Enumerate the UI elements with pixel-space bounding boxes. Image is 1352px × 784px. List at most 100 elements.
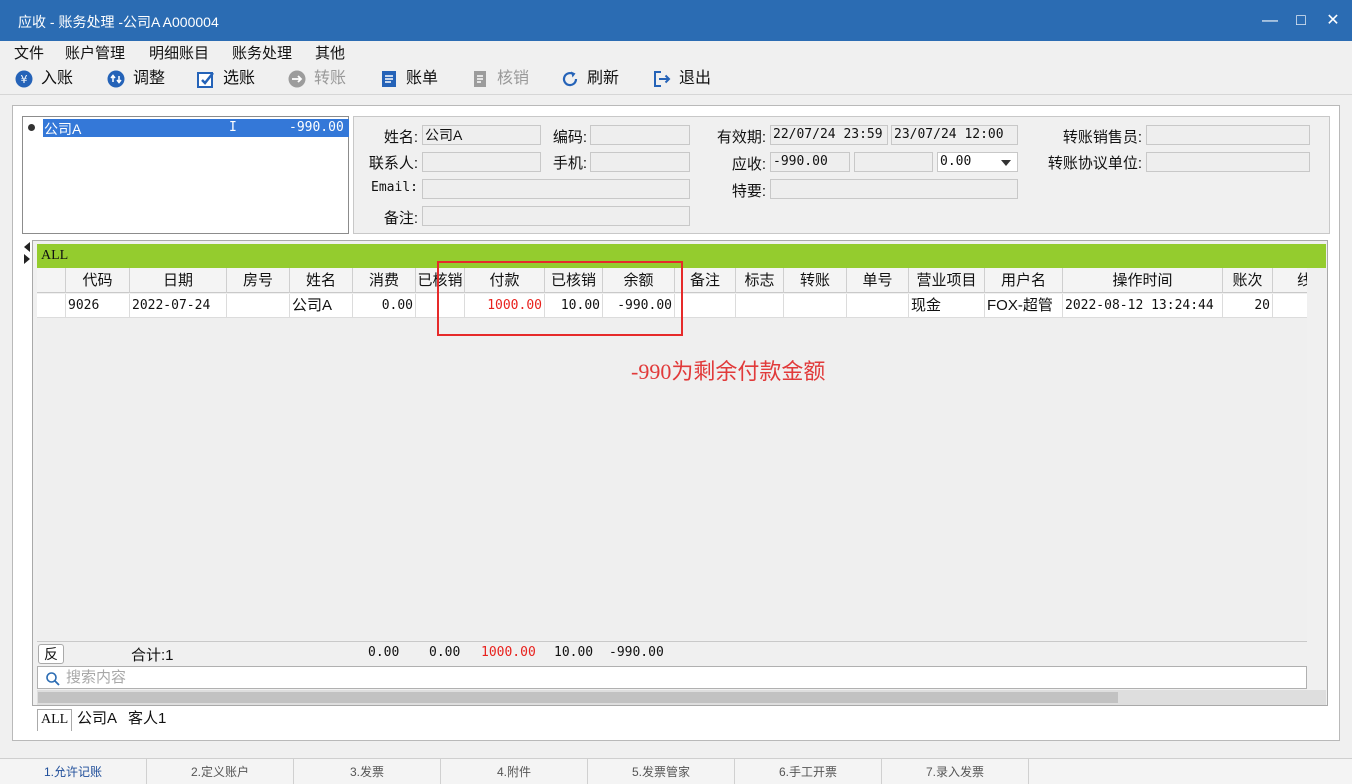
cell-flag	[736, 294, 784, 318]
mobile-field[interactable]	[590, 152, 690, 172]
col-header-code[interactable]: 代码	[66, 268, 130, 293]
row-selector-header	[37, 268, 66, 293]
name-field[interactable]: 公司A	[422, 125, 541, 145]
svg-text:¥: ¥	[21, 73, 28, 86]
col-header-operation-time[interactable]: 操作时间	[1063, 268, 1223, 293]
tab-invoice-manager[interactable]: 5.发票管家	[588, 759, 735, 784]
col-header-serial[interactable]: 账次	[1223, 268, 1273, 293]
cell-room	[227, 294, 290, 318]
menu-other[interactable]: 其他	[315, 42, 345, 63]
group-label: ALL	[41, 248, 69, 263]
account-name: 公司A	[44, 121, 82, 137]
receivable-extra-field[interactable]	[854, 152, 933, 172]
cell-more	[1273, 294, 1307, 318]
cell-username: FOX-超管	[985, 294, 1063, 318]
tab-allow-posting[interactable]: 1.允许记账	[0, 759, 147, 784]
refresh-button[interactable]: 刷新	[561, 67, 631, 91]
row-selector[interactable]	[37, 294, 66, 318]
cell-transfer	[784, 294, 847, 318]
totals-row: 反 合计:1 0.00 0.00 1000.00 10.00 -990.00	[37, 641, 1307, 665]
cell-consumption: 0.00	[353, 294, 416, 318]
col-header-username[interactable]: 用户名	[985, 268, 1063, 293]
subtab-guest-1[interactable]: 客人1	[125, 709, 169, 731]
adjust-button[interactable]: 调整	[107, 67, 177, 91]
account-list-item[interactable]: 公司A I -990.00	[43, 119, 349, 137]
bill-button[interactable]: 账单	[380, 67, 450, 91]
close-icon[interactable]: ✕	[1320, 8, 1346, 34]
note-field[interactable]	[422, 206, 690, 226]
account-balance: -990.00	[289, 120, 344, 135]
total-payment-written-off: 10.00	[554, 645, 594, 660]
write-off-button[interactable]: 核销	[471, 67, 541, 91]
valid-from-field[interactable]: 22/07/24 23:59	[770, 125, 888, 145]
cell-date: 2022-07-24	[130, 294, 227, 318]
receivable-select[interactable]: 0.00	[937, 152, 1018, 172]
tab-enter-invoice[interactable]: 7.录入发票	[882, 759, 1029, 784]
search-input[interactable]	[66, 668, 1296, 687]
tab-invoice[interactable]: 3.发票	[294, 759, 441, 784]
total-balance: -990.00	[609, 645, 664, 660]
collapse-left-icon[interactable]	[24, 242, 30, 252]
reverse-button[interactable]: 反	[38, 644, 64, 664]
post-entry-button[interactable]: ¥ 入账	[15, 67, 85, 91]
tab-attachments[interactable]: 4.附件	[441, 759, 588, 784]
search-icon	[46, 672, 60, 686]
select-account-button[interactable]: 选账	[197, 67, 267, 91]
tab-manual-invoice[interactable]: 6.手工开票	[735, 759, 882, 784]
cell-serial: 20	[1223, 294, 1273, 318]
transfer-button[interactable]: 转账	[288, 67, 358, 91]
col-header-transfer[interactable]: 转账	[784, 268, 847, 293]
exit-icon	[654, 71, 671, 87]
cell-note	[675, 294, 736, 318]
account-list[interactable]: 公司A I -990.00	[22, 116, 349, 234]
transfer-arrow-icon	[288, 70, 306, 88]
maximize-icon[interactable]: □	[1288, 8, 1314, 34]
chevron-down-icon	[1001, 160, 1011, 166]
note-label: 备注:	[383, 210, 418, 227]
annotation-highlight-box	[437, 261, 683, 336]
menu-bar: 文件 账户管理 明细账目 账务处理 其他	[0, 41, 1352, 63]
exit-button[interactable]: 退出	[653, 67, 723, 91]
menu-file[interactable]: 文件	[14, 42, 44, 63]
col-header-room[interactable]: 房号	[227, 268, 290, 293]
code-label: 编码:	[552, 129, 587, 146]
valid-to-field[interactable]: 23/07/24 12:00	[891, 125, 1018, 145]
col-header-business-item[interactable]: 营业项目	[909, 268, 985, 293]
col-header-bill-no[interactable]: 单号	[847, 268, 909, 293]
cell-code: 9026	[66, 294, 130, 318]
minimize-icon[interactable]: —	[1257, 8, 1283, 34]
transfer-sales-field[interactable]	[1146, 125, 1310, 145]
menu-account-management[interactable]: 账户管理	[65, 42, 125, 63]
col-header-note[interactable]: 备注	[675, 268, 736, 293]
receivable-field[interactable]: -990.00	[770, 152, 850, 172]
special-field[interactable]	[770, 179, 1018, 199]
side-markers	[22, 240, 32, 270]
total-payment: 1000.00	[481, 645, 536, 660]
email-label: Email:	[371, 180, 418, 195]
col-header-name[interactable]: 姓名	[290, 268, 353, 293]
scrollbar-thumb[interactable]	[38, 692, 1118, 703]
col-header-consumption[interactable]: 消费	[353, 268, 416, 293]
col-header-flag[interactable]: 标志	[736, 268, 784, 293]
validity-label: 有效期:	[716, 129, 766, 146]
mobile-label: 手机:	[552, 155, 587, 172]
transfer-unit-field[interactable]	[1146, 152, 1310, 172]
tab-define-account[interactable]: 2.定义账户	[147, 759, 294, 784]
code-field[interactable]	[590, 125, 690, 145]
special-label: 特要:	[731, 183, 766, 200]
total-written-off: 0.00	[429, 645, 461, 660]
contact-field[interactable]	[422, 152, 541, 172]
col-header-more[interactable]: 线	[1273, 268, 1307, 293]
cell-bill-no	[847, 294, 909, 318]
receivable-select-value: 0.00	[940, 154, 972, 169]
subtab-company-a[interactable]: 公司A	[74, 709, 120, 731]
horizontal-scrollbar[interactable]	[37, 690, 1326, 705]
bill-document-icon	[382, 71, 396, 87]
menu-accounting[interactable]: 账务处理	[232, 42, 292, 63]
col-header-date[interactable]: 日期	[130, 268, 227, 293]
row-indicator-icon	[24, 254, 30, 264]
toolbar: ¥ 入账 调整 选账 转账 账单 核销 刷新 退出	[0, 63, 1352, 95]
subtab-all[interactable]: ALL	[37, 709, 73, 731]
email-field[interactable]	[422, 179, 690, 199]
menu-detail-accounts[interactable]: 明细账目	[149, 42, 209, 63]
